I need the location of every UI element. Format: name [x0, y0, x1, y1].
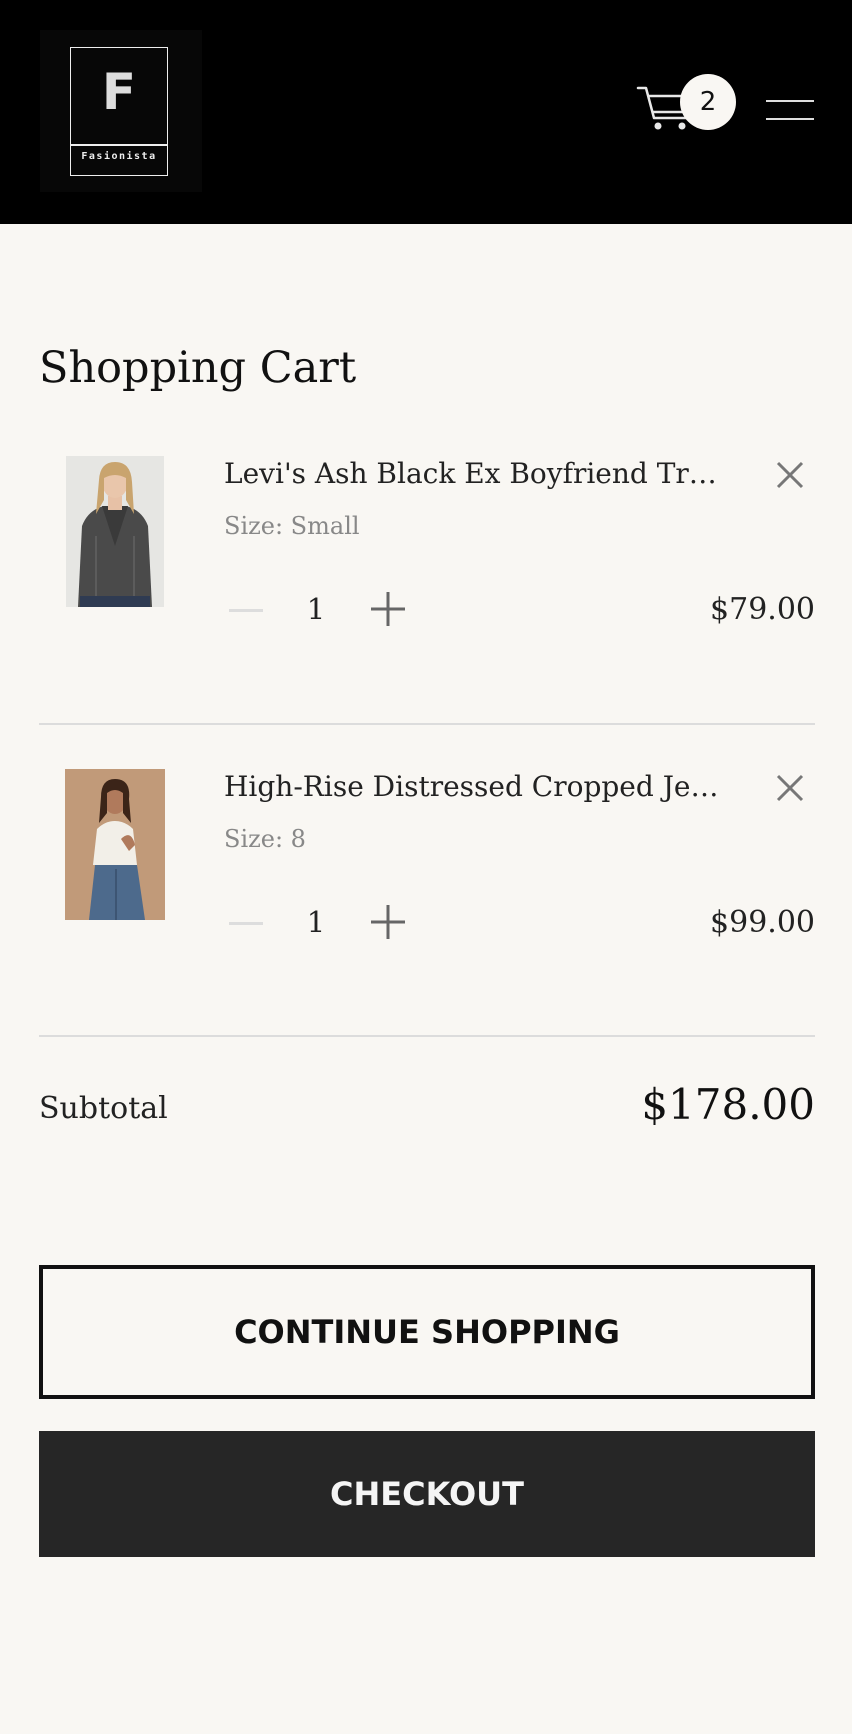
increase-quantity-button[interactable]: [371, 905, 405, 939]
quantity-value: 1: [306, 905, 326, 939]
checkout-button[interactable]: CHECKOUT: [39, 1431, 815, 1557]
minus-icon: [229, 922, 263, 925]
decrease-quantity-button[interactable]: [229, 911, 263, 935]
item-divider: [39, 723, 815, 725]
logo-frame: F Fasionista: [70, 47, 168, 176]
plus-icon: [371, 592, 405, 626]
product-name[interactable]: Levi's Ash Black Ex Boyfriend Trucker Ja…: [224, 456, 734, 492]
subtotal-label: Subtotal: [39, 1091, 168, 1126]
menu-button[interactable]: [766, 98, 816, 124]
product-size: Size: 8: [224, 825, 306, 853]
hamburger-icon-line-top: [766, 100, 814, 102]
quantity-value: 1: [306, 592, 326, 626]
decrease-quantity-button[interactable]: [229, 598, 263, 622]
continue-shopping-button[interactable]: CONTINUE SHOPPING: [39, 1265, 815, 1399]
plus-icon: [371, 905, 405, 939]
remove-item-button[interactable]: [775, 773, 805, 803]
cart-item: High-Rise Distressed Cropped Jeans Size:…: [39, 769, 815, 969]
logo-letter: F: [101, 63, 137, 121]
brand-logo[interactable]: F Fasionista: [40, 30, 202, 192]
increase-quantity-button[interactable]: [371, 592, 405, 626]
site-header: F Fasionista 2: [0, 0, 852, 224]
product-name[interactable]: High-Rise Distressed Cropped Jeans: [224, 769, 734, 805]
cart-item: Levi's Ash Black Ex Boyfriend Trucker Ja…: [39, 456, 815, 656]
remove-item-button[interactable]: [775, 460, 805, 490]
product-image[interactable]: [65, 769, 165, 920]
logo-divider: [71, 144, 167, 146]
product-image[interactable]: [66, 456, 164, 607]
cart-button[interactable]: 2: [636, 72, 736, 142]
close-icon: [776, 461, 804, 489]
close-icon: [776, 774, 804, 802]
minus-icon: [229, 609, 263, 612]
cart-count-badge: 2: [680, 74, 736, 130]
hamburger-icon-line-bottom: [766, 118, 814, 120]
item-divider: [39, 1035, 815, 1037]
product-price: $99.00: [710, 905, 815, 940]
logo-wordmark: Fasionista: [81, 151, 157, 162]
product-price: $79.00: [710, 592, 815, 627]
page-title: Shopping Cart: [39, 343, 357, 393]
product-size: Size: Small: [224, 512, 360, 540]
subtotal-value: $178.00: [641, 1080, 815, 1129]
